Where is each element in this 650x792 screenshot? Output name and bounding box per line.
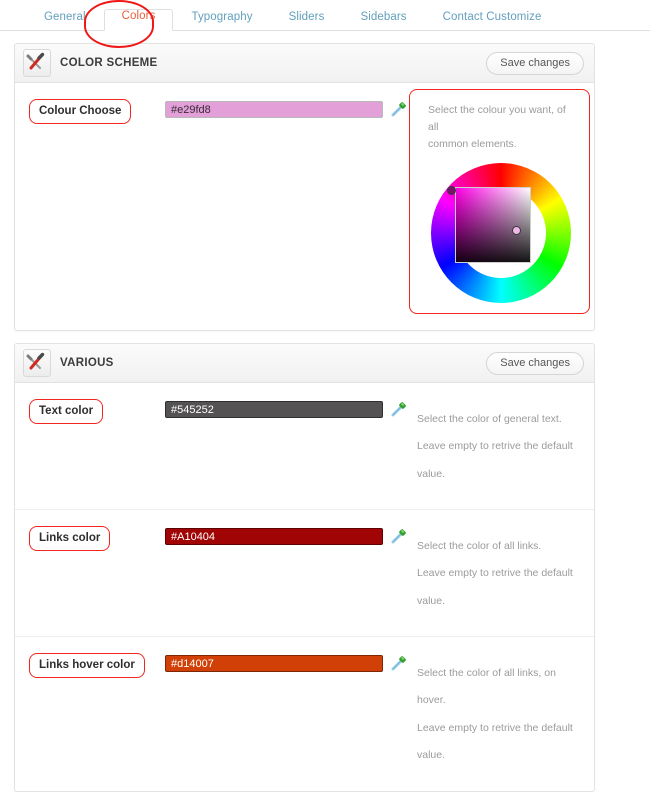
eyedropper-icon[interactable]	[390, 528, 407, 545]
label-links-hover-color: Links hover color	[29, 653, 145, 678]
colour-choose-description-panel: Select the colour you want, of all commo…	[409, 89, 590, 314]
row-links-color: Links color Select the color of all link…	[15, 510, 594, 637]
eyedropper-icon[interactable]	[390, 655, 407, 672]
tools-icon	[23, 349, 51, 377]
panel-color-scheme: COLOR SCHEME Save changes Colour Choose	[14, 43, 595, 331]
saturation-value-marker[interactable]	[511, 226, 521, 235]
description-line-3: value.	[417, 467, 446, 480]
description-line-3: value.	[417, 594, 446, 607]
tab-colors[interactable]: Colors	[103, 9, 174, 31]
tab-bar: General Colors Typography Sliders Sideba…	[0, 0, 650, 31]
panel-various-title: VARIOUS	[60, 357, 114, 369]
eyedropper-icon[interactable]	[390, 101, 407, 118]
description-line-1: Select the color of all links.	[417, 539, 542, 552]
label-links-color: Links color	[29, 526, 111, 551]
row-text-color-field-cell	[165, 399, 415, 418]
panel-various: VARIOUS Save changes Text color #545252 …	[14, 343, 595, 792]
description-line-2: Leave empty to retrive the default	[417, 567, 573, 579]
row-colour-choose: Colour Choose Select the colour you want…	[15, 83, 594, 330]
text-color-description: Select the color of general text. Leave …	[415, 399, 594, 493]
tab-sliders[interactable]: Sliders	[271, 10, 343, 31]
description-line-3: Leave empty to retrive the default	[417, 721, 573, 734]
description-line-4: value.	[417, 749, 446, 761]
color-wheel-picker[interactable]	[430, 163, 571, 303]
row-colour-choose-field-cell	[165, 99, 415, 118]
description-line-1: Select the color of general text.	[417, 412, 562, 425]
save-changes-button-color-scheme[interactable]: Save changes	[486, 51, 584, 75]
links-color-input[interactable]	[165, 528, 383, 545]
row-text-color: Text color Select the color of general t…	[15, 383, 594, 510]
tab-typography[interactable]: Typography	[173, 10, 270, 31]
tools-icon	[23, 49, 51, 77]
panel-color-scheme-header: COLOR SCHEME Save changes	[15, 44, 594, 83]
description-line-1: Select the color of all links, on	[417, 666, 556, 679]
label-colour-choose: Colour Choose	[29, 99, 132, 124]
colour-choose-input[interactable]	[165, 101, 383, 118]
description-line-2: hover.	[417, 694, 446, 706]
tab-sidebars[interactable]: Sidebars	[342, 10, 424, 31]
panel-various-header: VARIOUS Save changes	[15, 344, 594, 383]
row-text-color-label-cell: Text color	[15, 399, 165, 424]
row-links-color-label-cell: Links color	[15, 526, 165, 551]
row-links-color-field-cell	[165, 526, 415, 545]
settings-content: COLOR SCHEME Save changes Colour Choose	[0, 31, 650, 792]
eyedropper-icon[interactable]	[390, 401, 407, 418]
save-changes-button-various[interactable]: Save changes	[486, 351, 584, 375]
hue-marker[interactable]	[446, 186, 456, 195]
text-color-input[interactable]	[165, 401, 383, 418]
row-links-hover-color: Links hover color Select the color of al…	[15, 637, 594, 791]
row-links-hover-color-label-cell: Links hover color	[15, 653, 165, 678]
row-links-hover-color-field-cell	[165, 653, 415, 672]
saturation-value-gradient	[455, 188, 530, 262]
row-colour-choose-label-cell: Colour Choose	[15, 99, 165, 124]
description-line-1: Select the colour you want, of all	[428, 104, 566, 133]
tab-general[interactable]: General	[26, 10, 104, 31]
links-color-description: Select the color of all links. Leave emp…	[415, 526, 594, 620]
description-line-2: Leave empty to retrive the default	[417, 440, 573, 452]
panel-color-scheme-title: COLOR SCHEME	[60, 57, 158, 69]
tab-contact-customize[interactable]: Contact Customize	[425, 10, 560, 31]
links-hover-color-input[interactable]	[165, 655, 383, 672]
saturation-value-square[interactable]	[454, 187, 531, 263]
description-line-2: common elements.	[428, 138, 517, 150]
colour-choose-description: Select the colour you want, of all commo…	[424, 102, 577, 153]
label-text-color: Text color	[29, 399, 104, 424]
links-hover-color-description: Select the color of all links, on hover.…	[415, 653, 594, 775]
